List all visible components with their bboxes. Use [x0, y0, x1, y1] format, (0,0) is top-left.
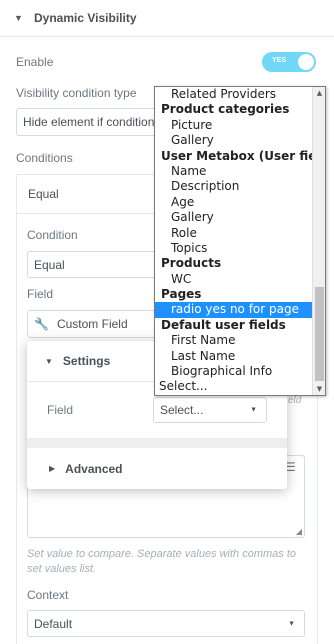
- divider: [0, 36, 334, 37]
- section-header[interactable]: ▼ Dynamic Visibility: [0, 0, 334, 36]
- wrench-icon: 🔧: [34, 317, 49, 331]
- caret-down-icon: ▼: [14, 13, 23, 23]
- listbox-option[interactable]: Topics: [155, 241, 325, 256]
- enable-label: Enable: [16, 55, 54, 69]
- scroll-up-icon[interactable]: ▲: [313, 87, 325, 99]
- chevron-down-icon: ▼: [288, 620, 295, 627]
- listbox-option[interactable]: Name: [155, 164, 325, 179]
- value-help-text: Set value to compare. Separate values wi…: [27, 548, 297, 575]
- listbox-option[interactable]: Picture: [155, 118, 325, 133]
- listbox-option[interactable]: First Name: [155, 333, 325, 348]
- context-value: Default: [34, 616, 73, 631]
- listbox-option[interactable]: WC: [155, 272, 325, 287]
- condition-label: Condition: [27, 228, 78, 242]
- listbox-group-header: Default user fields: [161, 317, 286, 332]
- listbox-scrollbar[interactable]: ▲ ▼: [312, 87, 325, 395]
- listbox-option[interactable]: Last Name: [155, 349, 325, 364]
- condition-value: Equal: [34, 257, 65, 272]
- listbox-option[interactable]: Select...: [155, 379, 325, 394]
- advanced-section-header[interactable]: ▶ Advanced: [27, 448, 287, 489]
- toggle-text: YES: [272, 57, 287, 64]
- truncated-label: eld: [288, 395, 302, 406]
- chevron-down-icon: ▼: [250, 406, 257, 414]
- section-title: Dynamic Visibility: [34, 11, 137, 25]
- context-select[interactable]: Default ▼: [27, 610, 305, 637]
- listbox-option[interactable]: radio yes no for page: [155, 302, 325, 318]
- popup-field-value: Select...: [160, 403, 204, 417]
- listbox-option[interactable]: Related Providers: [155, 87, 325, 102]
- conditions-label: Conditions: [16, 151, 73, 165]
- toggle-knob: [298, 54, 314, 70]
- listbox-group-header: Pages: [161, 287, 202, 302]
- resize-handle-icon[interactable]: ◢: [296, 527, 302, 536]
- caret-down-icon: ▼: [45, 356, 53, 366]
- popup-field-select[interactable]: Select... ▼: [153, 397, 267, 423]
- listbox-option[interactable]: Gallery: [155, 133, 325, 148]
- field-options-listbox[interactable]: Related Providers Product categories Pictu…: [154, 86, 326, 396]
- condition-select[interactable]: Equal: [27, 251, 157, 278]
- visibility-type-select[interactable]: Hide element if condition: [16, 108, 166, 136]
- caret-right-icon: ▶: [49, 464, 56, 473]
- field-type-select[interactable]: 🔧 Custom Field: [27, 310, 157, 338]
- field-type-value: Custom Field: [56, 317, 128, 331]
- listbox-option[interactable]: Gallery: [155, 210, 325, 225]
- enable-toggle[interactable]: YES: [262, 52, 316, 72]
- listbox-group-header: Products: [161, 256, 222, 271]
- scrollbar-thumb[interactable]: [315, 287, 324, 381]
- listbox-option[interactable]: Age: [155, 195, 325, 210]
- popup-field-label: Field: [47, 403, 74, 417]
- listbox-option[interactable]: Biographical Info: [155, 364, 325, 379]
- listbox-option[interactable]: Description: [155, 179, 325, 194]
- listbox-group-header: User Metabox (User fields): [161, 148, 326, 163]
- listbox-option[interactable]: Role: [155, 226, 325, 241]
- popup-divider: [27, 438, 287, 448]
- visibility-type-label: Visibility condition type: [16, 86, 137, 100]
- condition-item-title: Equal: [28, 187, 59, 201]
- context-label: Context: [27, 588, 69, 602]
- advanced-title: Advanced: [65, 461, 123, 476]
- scroll-down-icon[interactable]: ▼: [313, 383, 325, 395]
- visibility-type-value: Hide element if condition: [23, 115, 155, 129]
- settings-title: Settings: [62, 354, 111, 368]
- field-label: Field: [27, 287, 54, 301]
- listbox-group-header: Product categories: [161, 102, 290, 117]
